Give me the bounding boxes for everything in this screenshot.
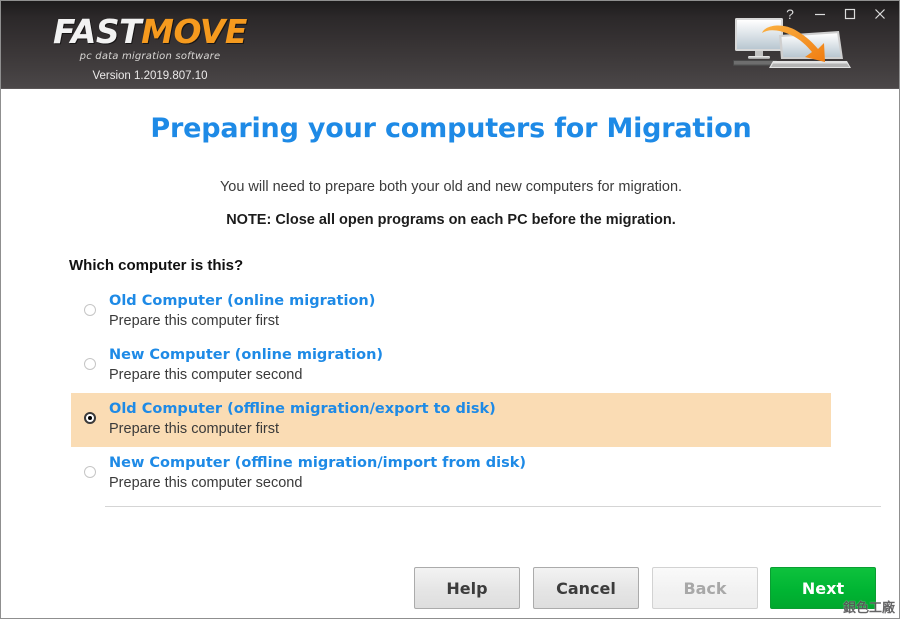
option-subtitle: Prepare this computer second bbox=[109, 475, 303, 491]
window-controls: ? bbox=[775, 3, 895, 25]
button-bar: Help Cancel Back Next bbox=[1, 567, 899, 613]
logo-fast-text: FAST bbox=[53, 12, 142, 51]
radio-button-icon-selected[interactable] bbox=[84, 412, 96, 424]
radio-wrap bbox=[71, 291, 109, 316]
radio-wrap bbox=[71, 453, 109, 478]
option-labels: Old Computer (online migration) Prepare … bbox=[109, 291, 375, 331]
option-title: New Computer (online migration) bbox=[109, 347, 384, 363]
close-icon[interactable] bbox=[865, 3, 895, 25]
radio-button-icon[interactable] bbox=[84, 466, 96, 478]
cancel-button[interactable]: Cancel bbox=[533, 567, 639, 609]
help-icon[interactable]: ? bbox=[775, 3, 805, 25]
option-labels: New Computer (online migration) Prepare … bbox=[109, 345, 383, 385]
option-subtitle: Prepare this computer second bbox=[109, 367, 303, 383]
logo-wordmark: FASTMOVE bbox=[25, 15, 275, 49]
page-title: Preparing your computers for Migration bbox=[150, 113, 752, 144]
option-labels: New Computer (offline migration/import f… bbox=[109, 453, 526, 493]
horizontal-divider bbox=[105, 506, 881, 507]
option-labels: Old Computer (offline migration/export t… bbox=[109, 399, 496, 439]
titlebar: FASTMOVE pc data migration software Vers… bbox=[1, 1, 899, 89]
app-logo: FASTMOVE pc data migration software Vers… bbox=[25, 15, 275, 83]
app-version-label: Version 1.2019.807.10 bbox=[92, 70, 208, 82]
page-subtitle: You will need to prepare both your old a… bbox=[219, 179, 683, 195]
radio-option-new-offline[interactable]: New Computer (offline migration/import f… bbox=[71, 447, 831, 501]
radio-wrap bbox=[71, 345, 109, 370]
watermark: 銀色工廠 bbox=[842, 601, 895, 616]
radio-option-new-online[interactable]: New Computer (online migration) Prepare … bbox=[71, 339, 831, 393]
option-title: Old Computer (offline migration/export t… bbox=[109, 401, 496, 417]
maximize-icon[interactable] bbox=[835, 3, 865, 25]
question-label: Which computer is this? bbox=[69, 257, 244, 274]
radio-wrap bbox=[71, 399, 109, 424]
option-subtitle: Prepare this computer first bbox=[109, 421, 280, 437]
minimize-icon[interactable] bbox=[805, 3, 835, 25]
page-note: NOTE: Close all open programs on each PC… bbox=[226, 212, 676, 228]
logo-move-text: MOVE bbox=[141, 12, 247, 51]
back-button[interactable]: Back bbox=[652, 567, 758, 609]
fastmove-app-window: FASTMOVE pc data migration software Vers… bbox=[0, 0, 900, 619]
radio-option-old-offline[interactable]: Old Computer (offline migration/export t… bbox=[71, 393, 831, 447]
option-subtitle: Prepare this computer first bbox=[109, 313, 280, 329]
help-button[interactable]: Help bbox=[414, 567, 520, 609]
radio-option-old-online[interactable]: Old Computer (online migration) Prepare … bbox=[71, 285, 831, 339]
computer-type-radio-group: Old Computer (online migration) Prepare … bbox=[71, 285, 831, 501]
radio-button-icon[interactable] bbox=[84, 304, 96, 316]
logo-tagline: pc data migration software bbox=[79, 51, 221, 62]
option-title: New Computer (offline migration/import f… bbox=[109, 455, 526, 471]
content-area: Preparing your computers for Migration Y… bbox=[1, 89, 899, 618]
option-title: Old Computer (online migration) bbox=[109, 293, 376, 309]
radio-button-icon[interactable] bbox=[84, 358, 96, 370]
